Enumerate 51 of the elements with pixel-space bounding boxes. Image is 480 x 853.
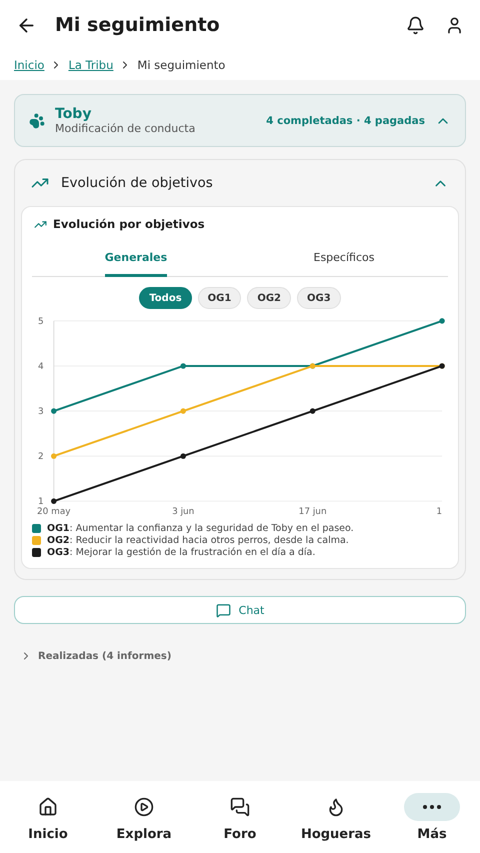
filter-chip[interactable]: OG3 bbox=[297, 287, 341, 309]
section-title: Evolución de objetivos bbox=[61, 175, 214, 191]
breadcrumb-link[interactable]: La Tribu bbox=[68, 58, 114, 72]
legend-text: OG2: Reducir la reactividad hacia otros perros, desde la calma. bbox=[47, 535, 349, 546]
breadcrumb-link[interactable]: Inicio bbox=[14, 58, 44, 72]
legend-text: OG1: Aumentar la confianza y la seguridad de Toby en el paseo. bbox=[47, 523, 354, 534]
card-title: Evolución por objetivos bbox=[53, 217, 205, 231]
data-point bbox=[51, 453, 57, 459]
data-point bbox=[439, 318, 445, 324]
axis-label: 1 bbox=[436, 507, 442, 518]
axis-label: 3 bbox=[38, 407, 44, 418]
filter-chip[interactable]: Todos bbox=[139, 287, 192, 309]
nav-item[interactable]: Inicio bbox=[0, 792, 96, 842]
breadcrumb-current-page[interactable]: Mi seguimiento bbox=[137, 58, 226, 72]
axis-label: 2 bbox=[38, 452, 44, 462]
chat-icon bbox=[216, 602, 231, 618]
axis-label: 20 may bbox=[37, 507, 71, 518]
data-point bbox=[310, 408, 316, 414]
program-name: Modificación de conducta bbox=[55, 122, 196, 135]
tab[interactable]: Generales bbox=[104, 239, 168, 277]
data-point bbox=[180, 453, 186, 459]
filter-chip[interactable]: OG2 bbox=[247, 287, 291, 309]
sessions-summary: 4 completadas · 4 pagadas bbox=[266, 114, 425, 126]
chat-bubbles-icon bbox=[230, 796, 250, 816]
play-icon bbox=[134, 796, 154, 816]
pet-card[interactable]: Toby Modificación de conducta 4 completadas · 4 pagadas bbox=[14, 94, 466, 147]
nav-item[interactable]: Foro bbox=[192, 792, 288, 842]
user-icon bbox=[445, 16, 464, 34]
axis-label: 5 bbox=[38, 316, 44, 327]
legend-text: OG3: Mejorar la gestión de la frustración en el día a día. bbox=[47, 547, 316, 558]
axis-label: 3 jun bbox=[172, 507, 194, 518]
filter-chip[interactable]: OG1 bbox=[198, 287, 242, 309]
nav-item[interactable]: Más bbox=[384, 792, 480, 842]
more-icon bbox=[423, 804, 441, 808]
home-icon bbox=[38, 796, 58, 816]
nav-item[interactable]: Hogueras bbox=[288, 792, 384, 842]
pet-name: Toby bbox=[55, 106, 92, 122]
completed-toggle[interactable]: Realizadas (4 informes) bbox=[14, 636, 466, 676]
tab[interactable]: Específicos bbox=[314, 239, 374, 277]
axis-label: 4 bbox=[38, 362, 44, 372]
data-point bbox=[180, 408, 186, 414]
bell-icon bbox=[406, 16, 425, 34]
axis-label: 17 jun bbox=[298, 507, 327, 518]
data-point bbox=[180, 363, 186, 369]
data-point bbox=[51, 408, 57, 414]
nav-item[interactable]: Explora bbox=[96, 792, 192, 842]
paw-icon bbox=[29, 112, 45, 128]
data-point bbox=[51, 498, 57, 504]
chat-button[interactable]: Chat bbox=[14, 596, 466, 624]
page-title: Mi seguimiento bbox=[55, 14, 221, 36]
axis-label: 1 bbox=[38, 497, 44, 508]
